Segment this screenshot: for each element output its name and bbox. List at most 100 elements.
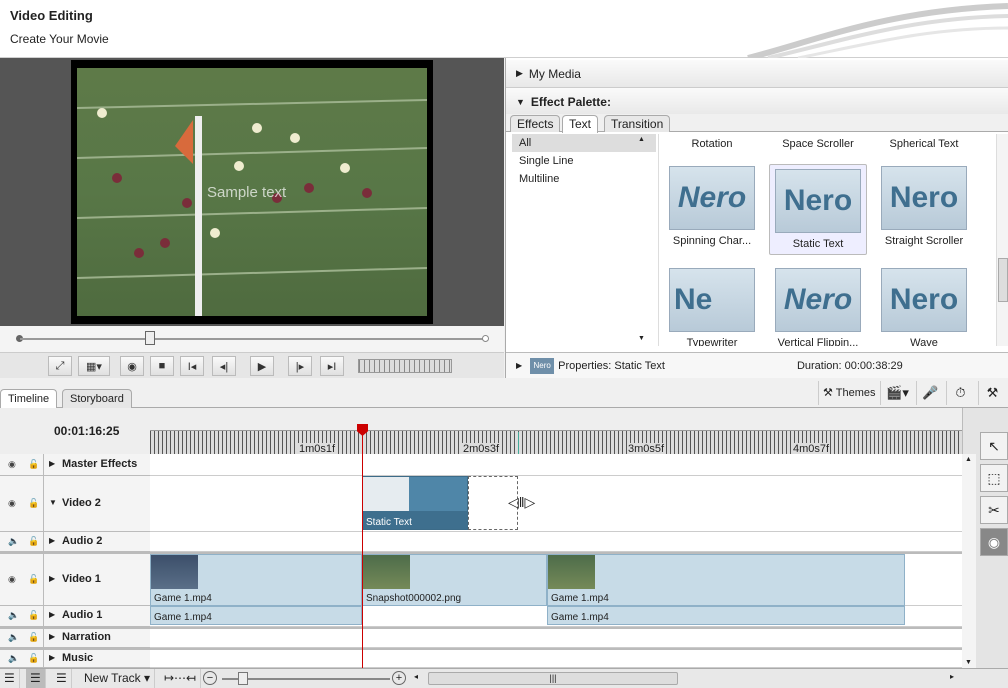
- track-size-medium-icon[interactable]: ☰: [26, 669, 46, 688]
- expand-arrow-icon[interactable]: ▶: [49, 459, 55, 468]
- tab-storyboard[interactable]: Storyboard: [62, 389, 132, 408]
- track-lane-music[interactable]: [150, 648, 962, 668]
- category-scroll-arrows[interactable]: ▲ ▼: [638, 134, 652, 344]
- scroll-down-icon[interactable]: ▼: [638, 335, 645, 342]
- track-header-audio-1[interactable]: 🔈 🔓 ▶ Audio 1: [0, 606, 150, 627]
- clip-snapshot[interactable]: Snapshot000002.png: [362, 554, 547, 606]
- timeline-ruler[interactable]: 1m0s1f 2m0s3f 3m0s5f 4m0s7f: [150, 430, 962, 455]
- effect-typewriter[interactable]: Ne Typewriter: [667, 268, 757, 346]
- lock-icon[interactable]: 🔓: [28, 632, 39, 643]
- track-header-video-2[interactable]: ◉ 🔓 ▼ Video 2: [0, 476, 150, 532]
- tab-timeline[interactable]: Timeline: [0, 389, 58, 408]
- my-media-header[interactable]: ▶ My Media: [506, 60, 1008, 88]
- effect-space-scroller[interactable]: Space Scroller: [773, 138, 863, 150]
- track-lane-narration[interactable]: [150, 627, 962, 648]
- fullscreen-icon[interactable]: ⤢: [48, 356, 72, 376]
- track-lane-master-effects[interactable]: [150, 454, 962, 476]
- scissors-icon[interactable]: ✂: [980, 496, 1008, 524]
- clapper-dropdown-icon[interactable]: 🎬▾: [880, 381, 914, 405]
- hammer-icon[interactable]: ⚒: [978, 381, 1006, 405]
- themes-button[interactable]: ⚒ Themes: [818, 381, 879, 405]
- audio-clip-game-1-second[interactable]: Game 1.mp4: [547, 606, 905, 625]
- effect-vertical-flipping[interactable]: Nero Vertical Flippin...: [773, 268, 863, 346]
- scroll-up-icon[interactable]: ▲: [638, 136, 645, 143]
- speaker-icon[interactable]: 🔈: [8, 536, 19, 547]
- jog-shuttle[interactable]: [358, 359, 452, 373]
- speaker-icon[interactable]: 🔈: [8, 610, 19, 621]
- visibility-icon[interactable]: ◉: [8, 498, 16, 509]
- track-size-small-icon[interactable]: ☰: [0, 669, 20, 688]
- scrub-thumb[interactable]: [145, 331, 155, 345]
- effect-wave[interactable]: Nero Wave: [879, 268, 969, 346]
- audio-clip-game-1[interactable]: Game 1.mp4: [150, 606, 362, 625]
- track-header-video-1[interactable]: ◉ 🔓 ▶ Video 1: [0, 552, 150, 606]
- lock-icon[interactable]: 🔓: [28, 574, 39, 585]
- track-lane-video-2[interactable]: Static Text ◁‖▷: [150, 476, 962, 532]
- tab-transition[interactable]: Transition: [604, 115, 671, 132]
- track-header-audio-2[interactable]: 🔈 🔓 ▶ Audio 2: [0, 532, 150, 552]
- expand-arrow-icon[interactable]: ▶: [49, 536, 55, 545]
- lock-icon[interactable]: 🔓: [28, 653, 39, 664]
- scroll-right-icon[interactable]: ▸: [950, 672, 954, 681]
- stopwatch-icon[interactable]: ⏱: [946, 381, 974, 405]
- speaker-icon[interactable]: 🔈: [8, 653, 19, 664]
- previous-frame-icon[interactable]: ◂|: [212, 356, 236, 376]
- speaker-icon[interactable]: 🔈: [8, 632, 19, 643]
- track-scrollbar[interactable]: ▲ ▼: [962, 454, 976, 668]
- lock-icon[interactable]: 🔓: [28, 498, 39, 509]
- category-all[interactable]: All: [512, 134, 656, 152]
- category-single-line[interactable]: Single Line: [512, 152, 656, 170]
- new-track-button[interactable]: New Track ▾: [80, 669, 156, 688]
- snapshot-camera-icon[interactable]: ◉: [120, 356, 144, 376]
- clip-game-1[interactable]: Game 1.mp4: [150, 554, 362, 606]
- expand-arrow-icon[interactable]: ▶: [49, 610, 55, 619]
- zoom-slider-thumb[interactable]: [238, 672, 248, 685]
- track-size-large-icon[interactable]: ☰: [52, 669, 72, 688]
- play-icon[interactable]: ▶: [250, 356, 274, 376]
- effect-rotation[interactable]: Rotation: [667, 138, 757, 150]
- marquee-select-icon[interactable]: ⬚: [980, 464, 1008, 492]
- stop-icon[interactable]: ■: [150, 356, 174, 376]
- clip-static-text[interactable]: Static Text: [362, 476, 468, 530]
- track-header-master-effects[interactable]: ◉ 🔓 ▶ Master Effects: [0, 454, 150, 476]
- expand-arrow-icon[interactable]: ▶: [49, 632, 55, 641]
- scroll-left-icon[interactable]: ◂: [414, 672, 418, 681]
- tab-effects[interactable]: Effects: [510, 115, 561, 132]
- video-viewport[interactable]: Sample text: [71, 60, 433, 324]
- microphone-icon[interactable]: 🎤: [916, 381, 944, 405]
- select-arrow-icon[interactable]: ↖: [980, 432, 1008, 460]
- scroll-up-icon[interactable]: ▲: [965, 456, 972, 463]
- expand-arrow-icon[interactable]: ▶: [49, 574, 55, 583]
- track-lane-video-1[interactable]: Game 1.mp4 Snapshot000002.png Game 1.mp4: [150, 552, 962, 606]
- aspect-dropdown-icon[interactable]: ▦▾: [78, 356, 110, 376]
- category-multiline[interactable]: Multiline: [512, 170, 656, 188]
- lock-icon[interactable]: 🔓: [28, 536, 39, 547]
- horizontal-scroll-thumb[interactable]: |||: [428, 672, 678, 685]
- ripple-icon[interactable]: ◉: [980, 528, 1008, 556]
- effect-spherical-text[interactable]: Spherical Text: [879, 138, 969, 150]
- timeline-marker[interactable]: [518, 432, 519, 454]
- track-header-music[interactable]: 🔈 🔓 ▶ Music: [0, 648, 150, 668]
- effect-static-text[interactable]: Nero Static Text: [769, 164, 867, 255]
- gallery-scrollbar[interactable]: [996, 134, 1008, 346]
- zoom-in-icon[interactable]: +: [392, 671, 406, 685]
- track-lane-audio-1[interactable]: Game 1.mp4 Game 1.mp4: [150, 606, 962, 627]
- lock-icon[interactable]: 🔓: [28, 459, 39, 470]
- gallery-scroll-thumb[interactable]: [998, 258, 1008, 302]
- next-frame-icon[interactable]: |▸: [288, 356, 312, 376]
- properties-bar[interactable]: ▶ Nero Properties: Static Text Duration:…: [506, 352, 1008, 378]
- go-to-end-icon[interactable]: ▸I: [320, 356, 344, 376]
- effect-straight-scroller[interactable]: Nero Straight Scroller: [879, 166, 969, 247]
- collapse-arrow-icon[interactable]: ▼: [49, 498, 57, 507]
- fit-to-window-icon[interactable]: ↦⋯↤: [160, 669, 202, 688]
- preview-scrubber[interactable]: [0, 326, 504, 352]
- visibility-icon[interactable]: ◉: [8, 459, 16, 470]
- clip-game-1-second[interactable]: Game 1.mp4: [547, 554, 905, 606]
- lock-icon[interactable]: 🔓: [28, 610, 39, 621]
- effect-spinning-char[interactable]: Nero Spinning Char...: [667, 166, 757, 247]
- effect-palette-header[interactable]: ▼ Effect Palette:: [506, 88, 1008, 116]
- zoom-out-icon[interactable]: −: [203, 671, 217, 685]
- visibility-icon[interactable]: ◉: [8, 574, 16, 585]
- scrub-track[interactable]: [20, 338, 486, 340]
- go-to-start-icon[interactable]: I◂: [180, 356, 204, 376]
